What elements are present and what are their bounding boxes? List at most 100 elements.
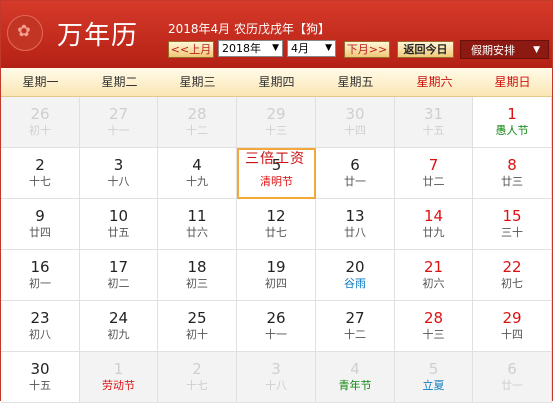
weekday-label: 星期一 bbox=[22, 75, 59, 89]
day-number: 7 bbox=[428, 156, 439, 174]
lunar-date: 三十 bbox=[501, 226, 523, 239]
day-number: 13 bbox=[345, 207, 365, 225]
month-select-value: 4月 bbox=[291, 42, 309, 55]
day-cell[interactable]: 17 初二 bbox=[80, 250, 158, 301]
day-cell[interactable]: 5 立夏 bbox=[395, 352, 473, 403]
day-cell[interactable]: 26 十一 bbox=[237, 301, 316, 352]
day-number: 19 bbox=[266, 258, 286, 276]
lunar-date: 廿三 bbox=[501, 175, 523, 188]
lunar-date: 廿八 bbox=[344, 226, 366, 239]
day-cell[interactable]: 21 初六 bbox=[395, 250, 473, 301]
lunar-date: 十七 bbox=[186, 379, 208, 392]
lunar-date: 初十 bbox=[186, 328, 208, 341]
day-cell[interactable]: 30 十五 bbox=[1, 352, 80, 403]
day-cell[interactable]: 8 廿三 bbox=[473, 148, 552, 199]
day-cell[interactable]: 28 十三 bbox=[395, 301, 473, 352]
lunar-date: 初七 bbox=[501, 277, 523, 290]
day-cell[interactable]: 1 愚人节 bbox=[473, 97, 552, 148]
day-cell[interactable]: 31 十五 bbox=[395, 97, 473, 148]
day-cell[interactable]: 9 廿四 bbox=[1, 199, 80, 250]
day-cell[interactable]: 20 谷雨 bbox=[316, 250, 395, 301]
day-number: 25 bbox=[187, 309, 207, 327]
day-number: 10 bbox=[108, 207, 129, 225]
day-number: 2 bbox=[35, 156, 45, 174]
day-cell[interactable]: 6 廿一 bbox=[316, 148, 395, 199]
day-cell[interactable]: 4 十九 bbox=[158, 148, 237, 199]
day-cell[interactable]: 3 十八 bbox=[80, 148, 158, 199]
weekday-label: 星期三 bbox=[179, 75, 216, 89]
day-cell[interactable]: 2 十七 bbox=[1, 148, 80, 199]
day-cell[interactable]: 23 初八 bbox=[1, 301, 80, 352]
lunar-date: 初九 bbox=[107, 328, 130, 341]
day-number: 2 bbox=[192, 360, 202, 378]
day-number: 4 bbox=[192, 156, 202, 174]
day-number: 26 bbox=[266, 309, 286, 327]
calendar-widget: ✿ 万年历 2018年4月 农历戊戌年【狗】 <<上月 2018年 ▼ 4月 ▼… bbox=[0, 0, 553, 403]
lunar-date: 十八 bbox=[107, 175, 130, 188]
lunar-date: 廿一 bbox=[501, 379, 523, 392]
day-cell[interactable]: 13 廿八 bbox=[316, 199, 395, 250]
lunar-date: 十四 bbox=[344, 124, 366, 137]
day-cell[interactable]: 26 初十 bbox=[1, 97, 80, 148]
day-cell[interactable]: 18 初三 bbox=[158, 250, 237, 301]
day-cell[interactable]: 27 十一 bbox=[80, 97, 158, 148]
back-to-today-button[interactable]: 返回今日 bbox=[397, 41, 454, 58]
day-cell[interactable]: 30 十四 bbox=[316, 97, 395, 148]
lunar-date: 初八 bbox=[29, 328, 51, 341]
chevron-down-icon: ▼ bbox=[533, 45, 540, 55]
next-month-button[interactable]: 下月>> bbox=[344, 41, 390, 58]
lunar-date: 愚人节 bbox=[495, 124, 529, 137]
lunar-date: 初一 bbox=[29, 277, 51, 290]
day-number: 1 bbox=[507, 105, 517, 123]
day-cell[interactable]: 15 三十 bbox=[473, 199, 552, 250]
prev-month-button[interactable]: <<上月 bbox=[168, 41, 214, 58]
day-cell[interactable]: 14 廿九 bbox=[395, 199, 473, 250]
day-number: 22 bbox=[502, 258, 522, 276]
lunar-date: 十九 bbox=[186, 175, 208, 188]
day-number: 23 bbox=[30, 309, 50, 327]
day-number: 24 bbox=[108, 309, 129, 327]
month-select[interactable]: 4月 ▼ bbox=[287, 40, 336, 57]
year-select[interactable]: 2018年 ▼ bbox=[218, 40, 283, 57]
year-select-value: 2018年 bbox=[222, 42, 261, 55]
day-cell[interactable]: 16 初一 bbox=[1, 250, 80, 301]
day-number: 21 bbox=[423, 258, 444, 276]
day-number: 12 bbox=[266, 207, 286, 225]
day-number: 27 bbox=[345, 309, 365, 327]
day-cell[interactable]: 11 廿六 bbox=[158, 199, 237, 250]
day-cell[interactable]: 10 廿五 bbox=[80, 199, 158, 250]
lunar-date: 十一 bbox=[107, 124, 130, 137]
day-number: 27 bbox=[108, 105, 129, 123]
day-number: 17 bbox=[108, 258, 129, 276]
day-cell[interactable]: 6 廿一 bbox=[473, 352, 552, 403]
day-cell[interactable]: 27 十二 bbox=[316, 301, 395, 352]
lunar-date: 十一 bbox=[265, 328, 287, 341]
day-cell[interactable]: 7 廿二 bbox=[395, 148, 473, 199]
holiday-schedule-dropdown[interactable]: 假期安排 ▼ bbox=[460, 40, 549, 59]
triple-pay-overlay: 三倍工资 bbox=[245, 151, 305, 167]
day-number: 14 bbox=[423, 207, 444, 225]
lunar-date: 初六 bbox=[422, 277, 445, 290]
lunar-date: 廿五 bbox=[107, 226, 130, 239]
day-cell[interactable]: 3 十八 bbox=[237, 352, 316, 403]
day-cell[interactable]: 19 初四 bbox=[237, 250, 316, 301]
day-cell[interactable]: 12 廿七 bbox=[237, 199, 316, 250]
day-number: 29 bbox=[266, 105, 286, 123]
lunar-date: 初四 bbox=[265, 277, 287, 290]
day-number: 3 bbox=[271, 360, 281, 378]
lunar-date: 廿一 bbox=[344, 175, 366, 188]
lunar-date: 十二 bbox=[344, 328, 366, 341]
day-cell[interactable]: 29 十三 bbox=[237, 97, 316, 148]
weekday-label: 星期五 bbox=[337, 75, 374, 89]
lunar-date: 初二 bbox=[107, 277, 130, 290]
day-cell[interactable]: 28 十二 bbox=[158, 97, 237, 148]
day-cell[interactable]: 4 青年节 bbox=[316, 352, 395, 403]
day-cell[interactable]: 25 初十 bbox=[158, 301, 237, 352]
day-cell[interactable]: 2 十七 bbox=[158, 352, 237, 403]
day-cell[interactable]: 22 初七 bbox=[473, 250, 552, 301]
day-cell[interactable]: 24 初九 bbox=[80, 301, 158, 352]
chevron-down-icon: ▼ bbox=[325, 43, 332, 53]
day-cell[interactable]: 1 劳动节 bbox=[80, 352, 158, 403]
day-number: 3 bbox=[113, 156, 124, 174]
day-cell[interactable]: 29 十四 bbox=[473, 301, 552, 352]
